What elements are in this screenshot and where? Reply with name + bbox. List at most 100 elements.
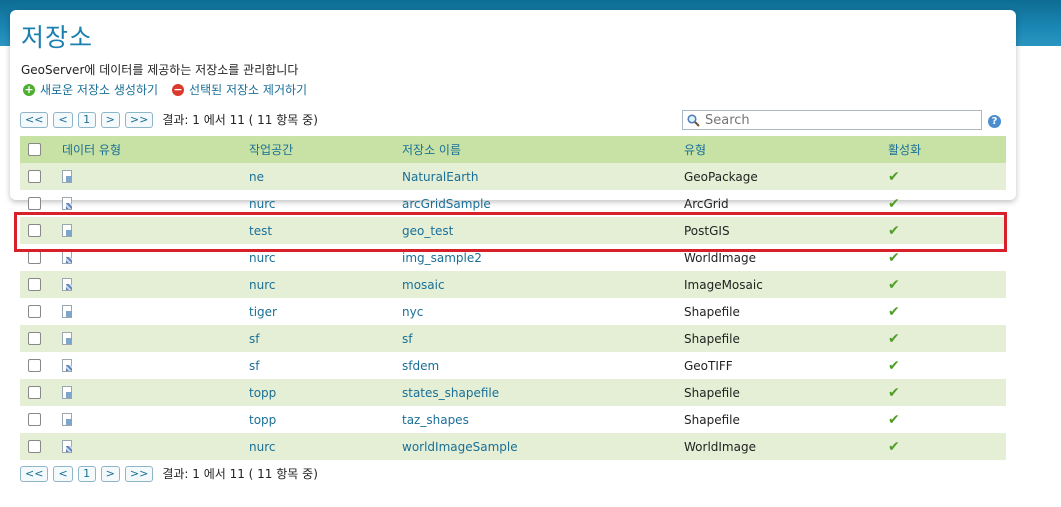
workspace-link[interactable]: nurc bbox=[249, 244, 275, 271]
add-store-label: 새로운 저장소 생성하기 bbox=[40, 83, 159, 97]
first-page-button[interactable]: << bbox=[20, 465, 49, 482]
store-type: Shapefile bbox=[684, 331, 740, 346]
store-name-link[interactable]: taz_shapes bbox=[402, 406, 469, 433]
table-row: test geo_test PostGIS ✔ bbox=[20, 217, 1006, 244]
check-icon: ✔ bbox=[888, 330, 900, 347]
search-input[interactable] bbox=[705, 112, 975, 128]
store-type: ImageMosaic bbox=[684, 277, 763, 292]
check-icon: ✔ bbox=[888, 303, 900, 320]
enabled-cell: ✔ bbox=[888, 298, 900, 325]
store-name-link[interactable]: states_shapefile bbox=[402, 379, 499, 406]
data-type-cell bbox=[62, 325, 72, 352]
row-checkbox[interactable] bbox=[28, 305, 41, 318]
store-name-link[interactable]: arcGridSample bbox=[402, 190, 491, 217]
prev-page-button[interactable]: < bbox=[53, 465, 73, 482]
workspace-link[interactable]: topp bbox=[249, 406, 276, 433]
table-row: topp taz_shapes Shapefile ✔ bbox=[20, 406, 1006, 433]
store-name-link[interactable]: img_sample2 bbox=[402, 244, 482, 271]
store-actions: + 새로운 저장소 생성하기 − 선택된 저장소 제거하기 bbox=[23, 81, 307, 98]
store-name-link[interactable]: mosaic bbox=[402, 271, 445, 298]
store-type: PostGIS bbox=[684, 223, 730, 238]
help-icon[interactable]: ? bbox=[988, 115, 1001, 128]
raster-store-icon bbox=[62, 278, 72, 291]
row-checkbox[interactable] bbox=[28, 251, 41, 264]
store-name-link[interactable]: sfdem bbox=[402, 352, 439, 379]
store-name-link[interactable]: nyc bbox=[402, 298, 423, 325]
row-checkbox[interactable] bbox=[28, 332, 41, 345]
row-checkbox[interactable] bbox=[28, 197, 41, 210]
data-type-cell bbox=[62, 379, 72, 406]
store-name-link[interactable]: sf bbox=[402, 325, 412, 352]
row-checkbox[interactable] bbox=[28, 170, 41, 183]
table-row: nurc img_sample2 WorldImage ✔ bbox=[20, 244, 1006, 271]
workspace-link[interactable]: nurc bbox=[249, 190, 275, 217]
add-icon: + bbox=[23, 82, 35, 96]
workspace-link[interactable]: nurc bbox=[249, 433, 275, 460]
check-icon: ✔ bbox=[888, 438, 900, 455]
data-type-cell bbox=[62, 433, 72, 460]
row-checkbox[interactable] bbox=[28, 386, 41, 399]
table-row: tiger nyc Shapefile ✔ bbox=[20, 298, 1006, 325]
check-icon: ✔ bbox=[888, 384, 900, 401]
search-icon bbox=[687, 113, 700, 127]
data-type-cell bbox=[62, 271, 72, 298]
row-checkbox[interactable] bbox=[28, 440, 41, 453]
store-type: GeoTIFF bbox=[684, 358, 733, 373]
store-name-link[interactable]: worldImageSample bbox=[402, 433, 518, 460]
store-name-link[interactable]: NaturalEarth bbox=[402, 163, 478, 190]
next-page-button[interactable]: > bbox=[100, 465, 120, 482]
prev-page-button[interactable]: < bbox=[53, 111, 73, 128]
store-name-link[interactable]: geo_test bbox=[402, 217, 453, 244]
header-enabled[interactable]: 활성화 bbox=[888, 136, 921, 163]
row-checkbox[interactable] bbox=[28, 224, 41, 237]
workspace-link[interactable]: sf bbox=[249, 352, 259, 379]
row-checkbox[interactable] bbox=[28, 413, 41, 426]
page-description: GeoServer에 데이터를 제공하는 저장소를 관리합니다 bbox=[21, 63, 299, 77]
page-title: 저장소 bbox=[21, 23, 94, 52]
header-data-type[interactable]: 데이터 유형 bbox=[62, 136, 121, 163]
table-row: nurc mosaic ImageMosaic ✔ bbox=[20, 271, 1006, 298]
data-type-cell bbox=[62, 217, 72, 244]
next-page-button[interactable]: > bbox=[100, 111, 120, 128]
enabled-cell: ✔ bbox=[888, 352, 900, 379]
header-type[interactable]: 유형 bbox=[684, 136, 706, 163]
store-type: Shapefile bbox=[684, 385, 740, 400]
workspace-link[interactable]: nurc bbox=[249, 271, 275, 298]
raster-store-icon bbox=[62, 440, 72, 453]
vector-store-icon bbox=[62, 305, 72, 318]
select-all-checkbox[interactable] bbox=[28, 143, 41, 156]
add-store-link[interactable]: + 새로운 저장소 생성하기 bbox=[23, 81, 158, 98]
table-row: ne NaturalEarth GeoPackage ✔ bbox=[20, 163, 1006, 190]
table-header: 데이터 유형 작업공간 저장소 이름 유형 활성화 bbox=[20, 136, 1006, 163]
workspace-link[interactable]: sf bbox=[249, 325, 259, 352]
current-page-button[interactable]: 1 bbox=[77, 465, 96, 482]
data-type-cell bbox=[62, 352, 72, 379]
vector-store-icon bbox=[62, 386, 72, 399]
last-page-button[interactable]: >> bbox=[124, 111, 154, 128]
table-row: sf sf Shapefile ✔ bbox=[20, 325, 1006, 352]
row-select-cell bbox=[28, 217, 41, 244]
current-page-button[interactable]: 1 bbox=[77, 111, 96, 128]
row-select-cell bbox=[28, 244, 41, 271]
workspace-link[interactable]: topp bbox=[249, 379, 276, 406]
store-type: GeoPackage bbox=[684, 169, 758, 184]
workspace-link[interactable]: tiger bbox=[249, 298, 277, 325]
first-page-button[interactable]: << bbox=[20, 111, 49, 128]
row-checkbox[interactable] bbox=[28, 278, 41, 291]
workspace-link[interactable]: test bbox=[249, 217, 272, 244]
table-row: nurc arcGridSample ArcGrid ✔ bbox=[20, 190, 1006, 217]
row-select-cell bbox=[28, 298, 41, 325]
last-page-button[interactable]: >> bbox=[124, 465, 154, 482]
enabled-cell: ✔ bbox=[888, 271, 900, 298]
enabled-cell: ✔ bbox=[888, 379, 900, 406]
header-workspace[interactable]: 작업공간 bbox=[249, 136, 293, 163]
remove-store-link[interactable]: − 선택된 저장소 제거하기 bbox=[172, 81, 307, 98]
store-type: Shapefile bbox=[684, 412, 740, 427]
row-checkbox[interactable] bbox=[28, 359, 41, 372]
enabled-cell: ✔ bbox=[888, 217, 900, 244]
row-select-cell bbox=[28, 325, 41, 352]
enabled-cell: ✔ bbox=[888, 406, 900, 433]
workspace-link[interactable]: ne bbox=[249, 163, 264, 190]
data-type-cell bbox=[62, 406, 72, 433]
header-store-name[interactable]: 저장소 이름 bbox=[402, 136, 461, 163]
